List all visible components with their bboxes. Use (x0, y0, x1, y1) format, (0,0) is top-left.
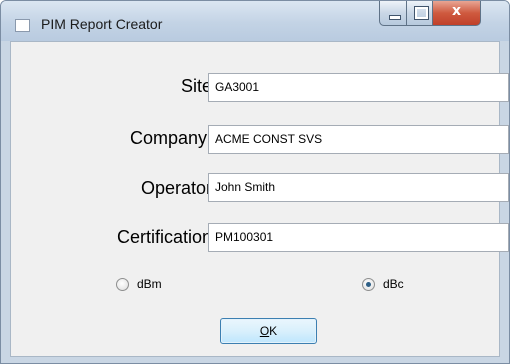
radio-selected-dot (366, 282, 371, 287)
close-button[interactable]: x (432, 1, 481, 26)
operator-field[interactable]: John Smith (208, 173, 509, 202)
dbc-label[interactable]: dBc (383, 277, 404, 291)
minimize-button[interactable] (379, 1, 407, 26)
ok-mnemonic: O (259, 324, 270, 338)
company-field[interactable]: ACME CONST SVS (208, 125, 509, 154)
dbm-radio[interactable] (116, 278, 129, 291)
dbc-radio[interactable] (362, 278, 375, 291)
close-icon: x (451, 3, 462, 19)
certification-label: Certification: (116, 227, 217, 247)
dbm-label[interactable]: dBm (137, 277, 162, 291)
title-bar[interactable]: PIM Report Creator x (1, 1, 509, 41)
company-label: Company:: (129, 128, 217, 148)
site-field[interactable]: GA3001 (208, 73, 509, 102)
dialog-window: PIM Report Creator x Site: GA3001 Compan… (0, 0, 510, 364)
maximize-button[interactable] (406, 1, 433, 26)
ok-label-rest: K (269, 324, 278, 338)
app-icon (15, 19, 30, 32)
maximize-icon (414, 6, 429, 20)
certification-field[interactable]: PM100301 (208, 223, 509, 252)
ok-button[interactable]: OK (220, 318, 317, 344)
minimize-icon (389, 15, 401, 20)
window-title: PIM Report Creator (41, 16, 163, 32)
operator-label: Operator: (140, 178, 217, 198)
